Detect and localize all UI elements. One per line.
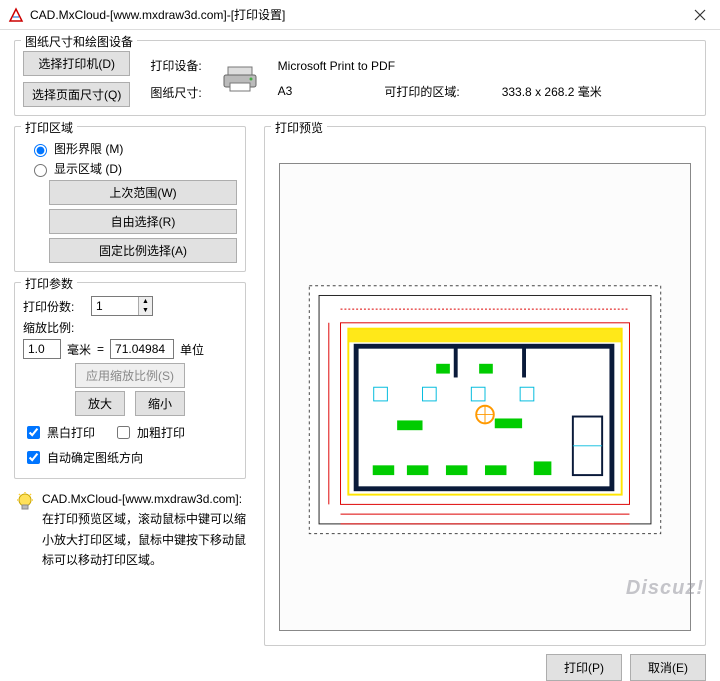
printable-value: 333.8 x 268.2 毫米 (502, 83, 602, 100)
mm-input[interactable] (23, 339, 61, 359)
last-range-button[interactable]: 上次范围(W) (49, 180, 237, 205)
zoom-in-button[interactable]: 放大 (75, 391, 125, 416)
preview-legend: 打印预览 (271, 119, 327, 136)
device-label: 打印设备: (150, 57, 201, 74)
copies-input[interactable] (92, 297, 138, 315)
printable-label: 可打印的区域: (384, 83, 459, 100)
paper-group-legend: 图纸尺寸和绘图设备 (21, 33, 137, 50)
fixed-scale-button[interactable]: 固定比例选择(A) (49, 238, 237, 263)
select-printer-button[interactable]: 选择打印机(D) (23, 51, 130, 76)
lightbulb-icon (14, 491, 36, 513)
apply-scale-button: 应用缩放比例(S) (75, 363, 185, 388)
radio-limits[interactable]: 图形界限 (M) (29, 140, 237, 157)
printer-icon (222, 65, 258, 93)
scale-label: 缩放比例: (23, 319, 74, 336)
size-label: 图纸尺寸: (150, 84, 201, 101)
app-icon (8, 7, 24, 23)
auto-orient-checkbox[interactable]: 自动确定图纸方向 (23, 448, 237, 467)
tip-text: CAD.MxCloud-[www.mxdraw3d.com]: 在打印预览区域，… (14, 489, 246, 571)
print-preview-area[interactable] (279, 163, 691, 631)
copies-label: 打印份数: (23, 298, 85, 315)
select-page-size-button[interactable]: 选择页面尺寸(Q) (23, 82, 130, 107)
print-button[interactable]: 打印(P) (546, 654, 622, 681)
copies-up[interactable]: ▲ (139, 297, 152, 306)
units-label: 单位 (180, 341, 204, 358)
radio-display-input[interactable] (34, 164, 47, 177)
mm-unit: 毫米 (67, 341, 91, 358)
close-button[interactable] (680, 0, 720, 30)
cancel-button[interactable]: 取消(E) (630, 654, 706, 681)
free-select-button[interactable]: 自由选择(R) (49, 209, 237, 234)
size-value: A3 (278, 84, 293, 98)
radio-display[interactable]: 显示区域 (D) (29, 160, 237, 177)
copies-spinner[interactable]: ▲▼ (91, 296, 153, 316)
bold-print-checkbox[interactable]: 加粗打印 (113, 423, 185, 442)
copies-down[interactable]: ▼ (139, 306, 152, 315)
eq-sign: = (97, 342, 104, 356)
area-group-legend: 打印区域 (21, 119, 77, 136)
params-group-legend: 打印参数 (21, 275, 77, 292)
zoom-out-button[interactable]: 缩小 (135, 391, 185, 416)
window-title: CAD.MxCloud-[www.mxdraw3d.com]-[打印设置] (30, 6, 680, 23)
units-input[interactable] (110, 339, 174, 359)
bw-print-checkbox[interactable]: 黑白打印 (23, 423, 95, 442)
watermark: Discuz! (626, 577, 704, 600)
device-value: Microsoft Print to PDF (278, 59, 697, 73)
preview-drawing (280, 164, 690, 630)
radio-limits-input[interactable] (34, 144, 47, 157)
